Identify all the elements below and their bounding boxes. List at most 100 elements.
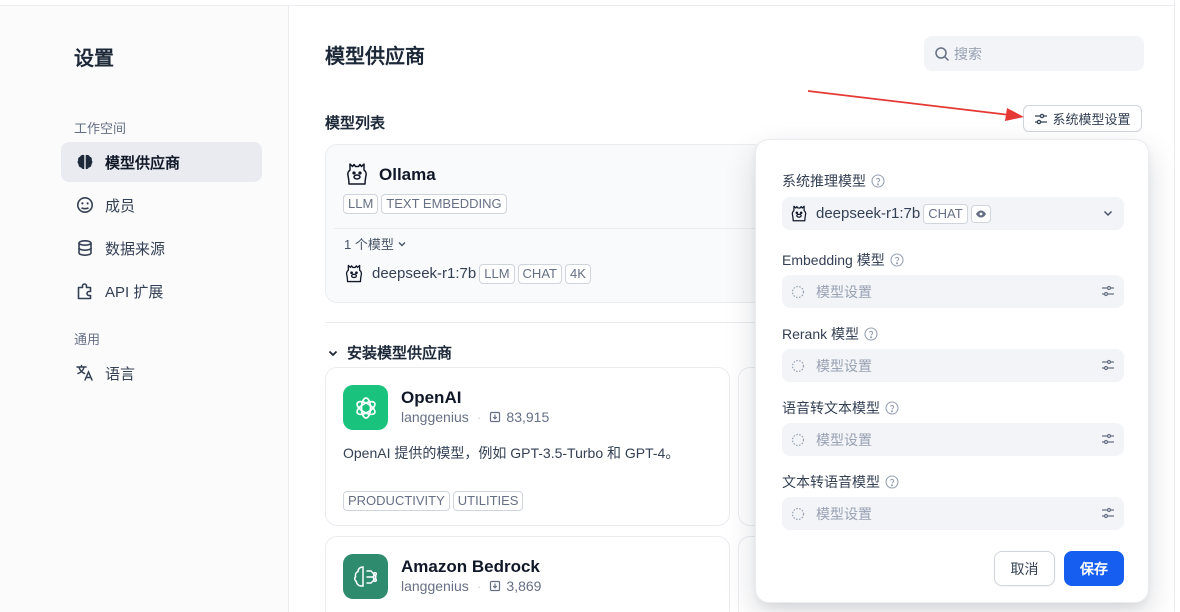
sliders-icon: [1101, 506, 1115, 520]
help-icon[interactable]: [864, 327, 878, 341]
sidebar-item-label: 语言: [105, 365, 136, 383]
install-providers-label: 安装模型供应商: [347, 345, 453, 362]
database-icon: [75, 238, 95, 258]
rerank-model-select[interactable]: 模型设置: [782, 349, 1124, 382]
sliders-icon: [1101, 358, 1115, 372]
cancel-button[interactable]: 取消: [994, 551, 1055, 586]
provider-card-openai[interactable]: OpenAI langgenius · 83,915 OpenAI 提供的模型，…: [325, 367, 730, 526]
puzzle-icon: [75, 281, 95, 301]
field-label: 语音转文本模型: [782, 400, 880, 416]
ollama-name: Ollama: [379, 165, 436, 184]
select-placeholder: 模型设置: [816, 283, 872, 300]
chevron-down-icon: [1101, 206, 1115, 220]
select-placeholder: 模型设置: [816, 431, 872, 448]
brain-icon: [75, 152, 95, 172]
stt-model-select[interactable]: 模型设置: [782, 423, 1124, 456]
download-count: 3,869: [506, 578, 542, 594]
select-placeholder: 模型设置: [816, 357, 872, 374]
field-label: Rerank 模型: [782, 326, 860, 342]
save-button[interactable]: 保存: [1064, 551, 1124, 586]
llama-icon: [346, 161, 368, 192]
window-right-edge: [1174, 0, 1180, 612]
sidebar-item-model-provider[interactable]: 模型供应商: [61, 142, 262, 182]
section-divider: [325, 322, 755, 323]
model-list-label: 模型列表: [325, 115, 386, 132]
tts-model-select[interactable]: 模型设置: [782, 497, 1124, 530]
search-input[interactable]: 搜索: [924, 36, 1144, 71]
reasoning-model-select[interactable]: deepseek-r1:7b CHAT: [782, 197, 1124, 230]
help-icon[interactable]: [885, 475, 899, 489]
help-icon[interactable]: [871, 174, 885, 188]
card-divider: [334, 228, 756, 229]
stt-model-label: 语音转文本模型: [782, 398, 899, 418]
search-icon: [934, 46, 950, 62]
category-tag: UTILITIES: [452, 491, 524, 511]
translate-icon: [75, 363, 95, 383]
model-tag: CHAT: [923, 203, 968, 224]
sidebar-item-label: 成员: [105, 197, 136, 215]
settings-title: 设置: [74, 48, 114, 70]
model-count-toggle[interactable]: 1 个模型: [344, 234, 407, 253]
selected-model-name: deepseek-r1:7b: [816, 205, 921, 222]
rerank-model-label: Rerank 模型: [782, 324, 878, 344]
llama-icon: [345, 263, 363, 284]
sliders-icon: [1034, 112, 1048, 126]
model-name: deepseek-r1:7b: [372, 265, 477, 282]
chevron-down-icon: [327, 347, 339, 359]
llama-icon: [791, 204, 807, 223]
group-workspace-label: 工作空间: [74, 121, 127, 136]
model-tag: LLM: [479, 263, 515, 284]
openai-logo-icon: [343, 385, 388, 430]
group-general-label: 通用: [74, 332, 101, 347]
bedrock-logo-icon: [343, 554, 388, 599]
system-model-settings-label: 系统模型设置: [1052, 112, 1131, 127]
settings-sidebar: 设置 工作空间 模型供应商 成员 数据来源 API 扩展 通用 语言: [0, 6, 289, 612]
capability-tag: TEXT EMBEDDING: [381, 194, 507, 214]
sliders-icon: [1101, 432, 1115, 446]
install-providers-toggle[interactable]: 安装模型供应商: [327, 342, 452, 363]
help-icon[interactable]: [890, 253, 904, 267]
empty-model-icon: [791, 507, 805, 521]
empty-model-icon: [791, 285, 805, 299]
reasoning-model-label: 系统推理模型: [782, 171, 885, 191]
provider-author: langgenius: [401, 578, 469, 594]
field-label: 系统推理模型: [782, 173, 866, 189]
empty-model-icon: [791, 433, 805, 447]
embedding-model-select[interactable]: 模型设置: [782, 275, 1124, 308]
help-icon[interactable]: [885, 401, 899, 415]
meta-separator: ·: [476, 409, 482, 425]
model-count-label: 1 个模型: [344, 237, 394, 252]
meta-separator: ·: [476, 578, 482, 594]
download-icon: [489, 411, 501, 423]
members-icon: [75, 195, 95, 215]
sidebar-item-label: 模型供应商: [105, 154, 181, 172]
sidebar-item-data-source[interactable]: 数据来源: [61, 228, 262, 268]
provider-meta: langgenius · 3,869: [401, 578, 541, 594]
download-icon: [489, 580, 501, 592]
sidebar-item-label: 数据来源: [105, 240, 166, 258]
model-list-item: deepseek-r1:7b LLM CHAT 4K: [345, 263, 591, 284]
page-title: 模型供应商: [325, 46, 425, 68]
provider-meta: langgenius · 83,915: [401, 409, 549, 425]
embedding-model-label: Embedding 模型: [782, 250, 904, 270]
model-tag: 4K: [564, 263, 591, 284]
provider-card-amazon-bedrock[interactable]: Amazon Bedrock langgenius · 3,869: [325, 536, 730, 612]
system-model-settings-button[interactable]: 系统模型设置: [1023, 105, 1142, 132]
field-label: 文本转语音模型: [782, 474, 880, 490]
download-count: 83,915: [506, 409, 550, 425]
field-label: Embedding 模型: [782, 252, 885, 268]
provider-description: OpenAI 提供的模型，例如 GPT-3.5-Turbo 和 GPT-4。: [343, 445, 680, 461]
provider-name: Amazon Bedrock: [401, 557, 540, 576]
sliders-icon: [1101, 284, 1115, 298]
chevron-down-icon: [397, 239, 407, 249]
select-placeholder: 模型设置: [816, 505, 872, 522]
model-tag: CHAT: [517, 263, 562, 284]
search-placeholder: 搜索: [954, 45, 982, 62]
sidebar-item-label: API 扩展: [105, 283, 164, 301]
sidebar-item-language[interactable]: 语言: [61, 353, 262, 393]
sidebar-item-api-extension[interactable]: API 扩展: [61, 271, 262, 311]
sidebar-item-members[interactable]: 成员: [61, 185, 262, 225]
ollama-provider-card: Ollama LLM TEXT EMBEDDING 1 个模型 deepseek…: [325, 144, 765, 303]
capability-tag: LLM: [343, 194, 379, 214]
provider-name: OpenAI: [401, 388, 462, 407]
